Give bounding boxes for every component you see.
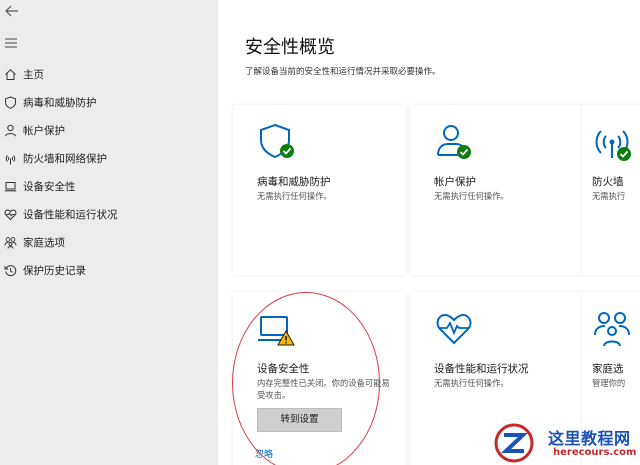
page-subtitle: 了解设备当前的安全性和运行情况并采取必要操作。 bbox=[245, 67, 441, 77]
sidebar-item-family-options[interactable]: 家庭选项 bbox=[0, 232, 218, 254]
card-description: 无需执行 bbox=[592, 191, 626, 201]
shield-icon bbox=[5, 96, 16, 109]
sidebar-item-account-protection[interactable]: 帐户保护 bbox=[0, 120, 218, 142]
home-icon bbox=[5, 69, 16, 80]
wifi-check-icon bbox=[595, 130, 631, 161]
sidebar-item-label: 防火墙和网络保护 bbox=[23, 153, 107, 165]
person-icon bbox=[5, 124, 16, 137]
person-check-icon bbox=[437, 125, 471, 159]
sidebar-item-firewall[interactable]: 防火墙和网络保护 bbox=[0, 148, 218, 170]
card-title: 家庭选 bbox=[592, 363, 624, 375]
back-button[interactable] bbox=[3, 3, 21, 19]
sidebar-item-label: 帐户保护 bbox=[23, 125, 65, 137]
card-description: 无需执行任何操作。 bbox=[434, 191, 509, 201]
card-title: 病毒和威胁防护 bbox=[257, 176, 331, 188]
go-to-settings-button[interactable]: 转到设置 bbox=[257, 408, 342, 432]
sidebar: 主页 病毒和威胁防护 帐户保护 防火墙和网络保护 设备安全性 设备性能和运行状况 bbox=[0, 0, 218, 465]
card-title: 设备性能和运行状况 bbox=[434, 363, 529, 375]
watermark-url: herecours.com bbox=[553, 447, 637, 458]
card-title: 帐户保护 bbox=[434, 176, 476, 188]
card-title: 防火墙 bbox=[592, 176, 624, 188]
family-icon bbox=[594, 312, 630, 347]
wifi-icon bbox=[5, 155, 16, 165]
card-description: 管理你的 bbox=[592, 378, 626, 388]
sidebar-item-label: 设备性能和运行状况 bbox=[23, 209, 118, 221]
hamburger-menu-button[interactable] bbox=[4, 34, 18, 48]
sidebar-item-virus-protection[interactable]: 病毒和威胁防护 bbox=[0, 92, 218, 114]
card-device-security[interactable]: 设备安全性 内存完整性已关闭。你的设备可能易受攻击。 转到设置 忽略 bbox=[233, 292, 406, 465]
card-description: 无需执行任何操作。 bbox=[257, 191, 332, 201]
shield-check-icon bbox=[260, 123, 294, 159]
card-description: 内存完整性已关闭。你的设备可能易受攻击。 bbox=[257, 378, 390, 400]
family-icon bbox=[4, 237, 17, 249]
card-account-protection[interactable]: 帐户保护 无需执行任何操作。 bbox=[410, 105, 583, 275]
watermark-title: 这里教程网 bbox=[548, 429, 631, 448]
sidebar-item-label: 主页 bbox=[23, 69, 44, 81]
sidebar-item-label: 设备安全性 bbox=[23, 181, 76, 193]
back-arrow-icon bbox=[5, 5, 18, 17]
history-icon bbox=[4, 265, 17, 277]
sidebar-item-device-security[interactable]: 设备安全性 bbox=[0, 176, 218, 198]
laptop-warning-icon bbox=[258, 316, 295, 346]
card-firewall[interactable]: 防火墙 无需执行 bbox=[582, 105, 640, 275]
heart-pulse-icon bbox=[436, 313, 472, 345]
heart-pulse-icon bbox=[4, 209, 17, 221]
sidebar-item-label: 保护历史记录 bbox=[23, 265, 86, 277]
watermark-logo-icon bbox=[494, 423, 534, 463]
card-title: 设备安全性 bbox=[257, 363, 310, 375]
sidebar-item-home[interactable]: 主页 bbox=[0, 64, 218, 86]
main-content: 安全性概览 了解设备当前的安全性和运行情况并采取必要操作。 病毒和威胁防护 无需… bbox=[218, 0, 640, 465]
sidebar-item-label: 家庭选项 bbox=[23, 237, 65, 249]
laptop-icon bbox=[4, 182, 17, 192]
hamburger-icon bbox=[5, 38, 17, 48]
sidebar-item-label: 病毒和威胁防护 bbox=[23, 97, 97, 109]
sidebar-item-device-performance[interactable]: 设备性能和运行状况 bbox=[0, 204, 218, 226]
card-virus-protection[interactable]: 病毒和威胁防护 无需执行任何操作。 bbox=[233, 105, 406, 275]
page-title: 安全性概览 bbox=[245, 37, 335, 58]
dismiss-link[interactable]: 忽略 bbox=[255, 447, 273, 460]
sidebar-item-protection-history[interactable]: 保护历史记录 bbox=[0, 260, 218, 282]
card-description: 无需执行任何操作。 bbox=[434, 378, 509, 388]
